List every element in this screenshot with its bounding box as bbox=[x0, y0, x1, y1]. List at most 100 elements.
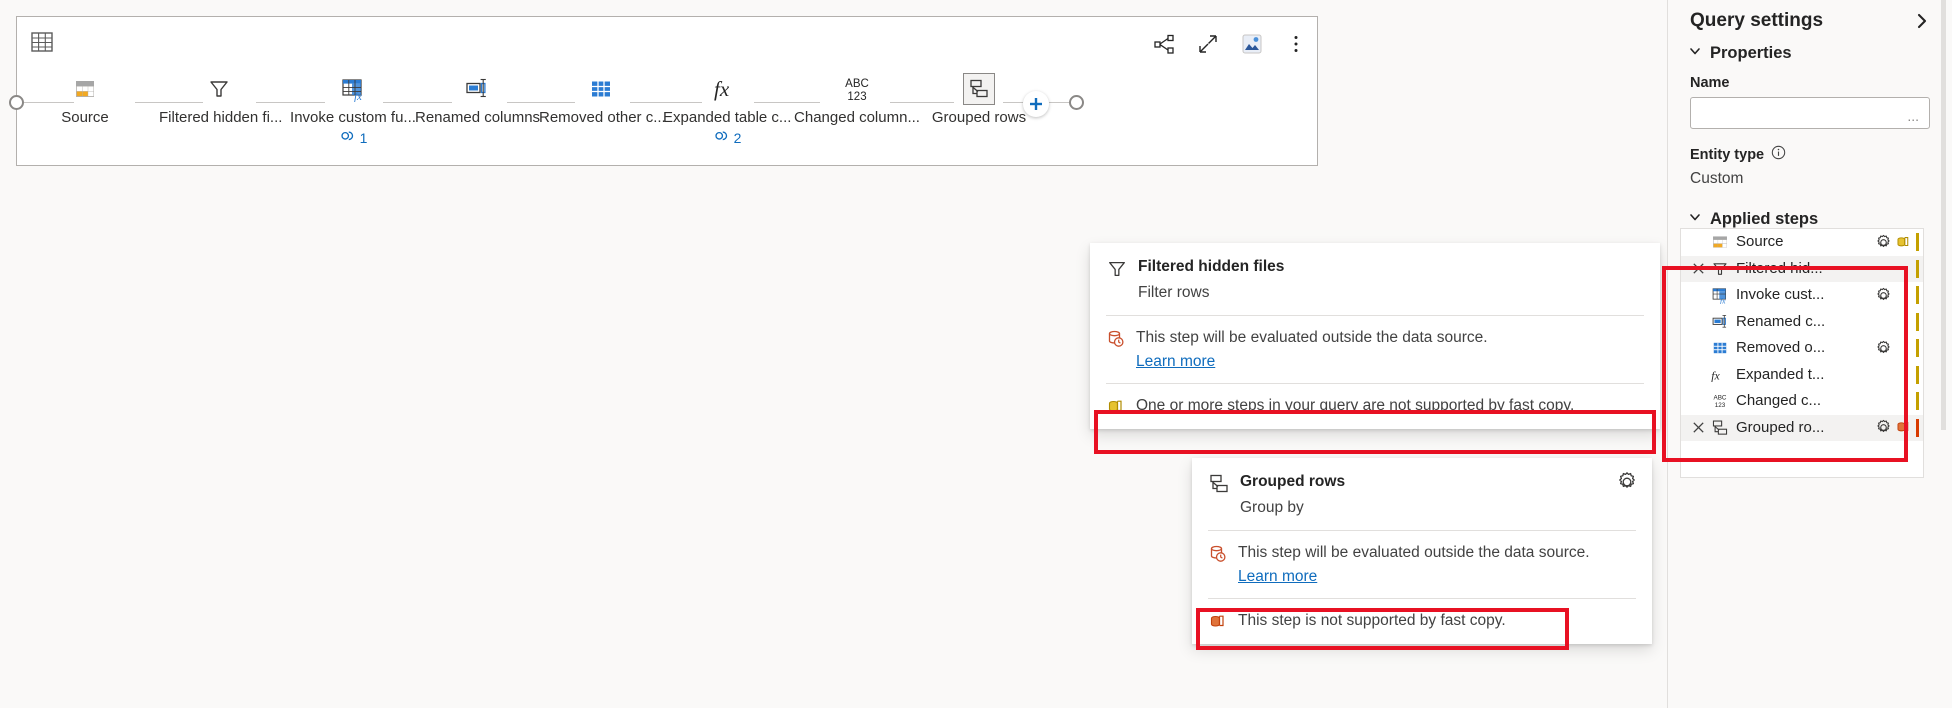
applied-step-grouped-rows[interactable]: Grouped ro... bbox=[1681, 415, 1923, 442]
applied-step-label: Removed o... bbox=[1736, 338, 1873, 358]
fastcopy-status-bar bbox=[1916, 260, 1919, 278]
diagram-step-label: Grouped rows bbox=[924, 109, 1034, 127]
applied-steps-section-header[interactable]: Applied steps bbox=[1668, 188, 1952, 231]
gear-icon[interactable] bbox=[1873, 419, 1893, 436]
applied-step-filtered-hidden-files[interactable]: Filtered hid... bbox=[1681, 256, 1923, 283]
learn-more-link[interactable]: Learn more bbox=[1192, 564, 1652, 598]
applied-step-label: Expanded t... bbox=[1736, 365, 1873, 385]
abc123-icon: ABC 123 bbox=[1709, 390, 1731, 412]
collapse-diagram-icon[interactable] bbox=[1197, 33, 1219, 55]
fx-icon: fx bbox=[1709, 365, 1731, 385]
diagram-step-label: Changed column... bbox=[792, 109, 922, 127]
sidebar-scrollbar-thumb[interactable] bbox=[1941, 0, 1946, 430]
chevron-right-icon[interactable] bbox=[1912, 11, 1932, 31]
name-input[interactable]: ... bbox=[1690, 97, 1930, 129]
source-table-icon bbox=[1709, 233, 1731, 251]
tooltip-subtitle: Group by bbox=[1192, 495, 1652, 530]
linked-steps-badge[interactable]: 2 bbox=[663, 129, 791, 146]
link-icon bbox=[713, 129, 729, 146]
group-by-icon bbox=[1709, 419, 1731, 437]
tooltip-evaluation-message: This step will be evaluated outside the … bbox=[1090, 316, 1660, 349]
applied-step-label: Grouped ro... bbox=[1736, 418, 1873, 438]
applied-step-changed-column-type[interactable]: ABC 123 Changed c... bbox=[1681, 388, 1923, 415]
gear-icon[interactable] bbox=[1873, 340, 1893, 357]
svg-text:ABC: ABC bbox=[845, 78, 869, 90]
diagram-toolbar bbox=[1153, 33, 1307, 55]
tooltip-fastcopy-warning: One or more steps in your query are not … bbox=[1090, 384, 1660, 429]
pipeline-end-endpoint bbox=[1069, 95, 1084, 110]
tooltip-warning-text: One or more steps in your query are not … bbox=[1136, 396, 1574, 416]
connector bbox=[1049, 102, 1069, 103]
applied-step-expanded-table-column[interactable]: fx Expanded t... bbox=[1681, 362, 1923, 389]
applied-step-source[interactable]: Source bbox=[1681, 229, 1923, 256]
tooltip-evaluation-message: This step will be evaluated outside the … bbox=[1192, 531, 1652, 564]
fastcopy-status-bar bbox=[1916, 419, 1919, 437]
fastcopy-status-bar bbox=[1916, 392, 1919, 410]
rename-column-icon bbox=[1709, 313, 1731, 331]
info-icon[interactable] bbox=[1771, 145, 1786, 165]
database-stack-orange-icon bbox=[1893, 419, 1913, 436]
fastcopy-status-bar bbox=[1916, 366, 1919, 384]
diagram-step-removed-other-columns[interactable]: Removed other c... bbox=[539, 73, 663, 127]
entity-type-row: Entity type bbox=[1668, 129, 1952, 165]
name-field-label: Name bbox=[1668, 65, 1952, 97]
remove-columns-icon bbox=[1709, 339, 1731, 357]
diagram-step-filtered-hidden-files[interactable]: Filtered hidden fi... bbox=[159, 73, 279, 127]
filter-funnel-icon bbox=[159, 73, 279, 105]
svg-text:123: 123 bbox=[1715, 402, 1726, 409]
diagram-step-expanded-table-column[interactable]: fx Expanded table c... 2 bbox=[663, 73, 791, 146]
sidebar-scrollbar[interactable] bbox=[1941, 0, 1946, 708]
applied-steps-list: Source bbox=[1680, 228, 1924, 478]
diagram-step-label: Filtered hidden fi... bbox=[159, 109, 279, 127]
fx-icon: fx bbox=[663, 73, 791, 105]
filter-funnel-icon bbox=[1106, 258, 1128, 280]
svg-text:fx: fx bbox=[1711, 369, 1720, 382]
applied-step-label: Changed c... bbox=[1736, 391, 1873, 411]
tooltip-fastcopy-warning: This step is not supported by fast copy. bbox=[1192, 599, 1652, 644]
filter-funnel-icon bbox=[1709, 260, 1731, 278]
diagram-step-renamed-columns[interactable]: Renamed columns bbox=[415, 73, 539, 127]
diagram-step-label: Source bbox=[35, 109, 135, 127]
data-destination-icon[interactable] bbox=[1241, 33, 1263, 55]
query-pipeline: Source Filtered hidden fi... bbox=[17, 73, 1317, 163]
table-icon bbox=[29, 29, 55, 55]
applied-steps-empty-area bbox=[1681, 441, 1923, 477]
learn-more-link[interactable]: Learn more bbox=[1090, 349, 1660, 383]
svg-text:ABC: ABC bbox=[1714, 395, 1727, 402]
applied-step-label: Filtered hid... bbox=[1736, 259, 1873, 279]
chevron-down-icon bbox=[1688, 44, 1702, 63]
delete-step-icon[interactable] bbox=[1687, 420, 1709, 435]
tooltip-message-text: This step will be evaluated outside the … bbox=[1238, 543, 1590, 563]
applied-step-removed-other-columns[interactable]: Removed o... bbox=[1681, 335, 1923, 362]
diagram-step-label: Invoke custom fu... bbox=[283, 109, 423, 127]
diagram-step-changed-column-type[interactable]: ABC 123 Changed column... bbox=[792, 73, 922, 127]
diagram-step-source[interactable]: Source bbox=[35, 73, 135, 127]
gear-icon[interactable] bbox=[1873, 234, 1893, 251]
svg-text:123: 123 bbox=[847, 91, 866, 103]
add-step-button[interactable] bbox=[1023, 91, 1049, 117]
diagram-step-invoke-custom-function[interactable]: fx Invoke custom fu... 1 bbox=[283, 73, 423, 146]
applied-step-renamed-columns[interactable]: Renamed c... bbox=[1681, 309, 1923, 336]
database-stack-orange-icon bbox=[1208, 612, 1228, 632]
applied-step-invoke-custom-function[interactable]: fx Invoke cust... bbox=[1681, 282, 1923, 309]
section-label: Properties bbox=[1710, 44, 1792, 63]
share-query-plan-icon[interactable] bbox=[1153, 33, 1175, 55]
tooltip-warning-text: This step is not supported by fast copy. bbox=[1238, 611, 1506, 631]
more-options-icon[interactable] bbox=[1285, 33, 1307, 55]
tooltip-title: Filtered hidden files bbox=[1138, 257, 1284, 277]
fastcopy-status-bar bbox=[1916, 286, 1919, 304]
database-clock-icon bbox=[1106, 329, 1126, 349]
linked-steps-count: 1 bbox=[360, 130, 368, 146]
gear-icon[interactable] bbox=[1616, 471, 1638, 493]
name-input-ellipsis: ... bbox=[1907, 108, 1919, 124]
gear-icon[interactable] bbox=[1873, 287, 1893, 304]
properties-section-header[interactable]: Properties bbox=[1668, 32, 1952, 65]
section-label: Applied steps bbox=[1710, 210, 1818, 229]
delete-step-icon[interactable] bbox=[1687, 261, 1709, 276]
diagram-step-label: Removed other c... bbox=[539, 109, 663, 127]
page-title: Query settings bbox=[1690, 10, 1823, 32]
diagram-step-grouped-rows[interactable]: Grouped rows bbox=[924, 73, 1034, 127]
fastcopy-status-bar bbox=[1916, 313, 1919, 331]
diagram-view: Source Filtered hidden fi... bbox=[16, 16, 1318, 166]
linked-steps-badge[interactable]: 1 bbox=[283, 129, 423, 146]
